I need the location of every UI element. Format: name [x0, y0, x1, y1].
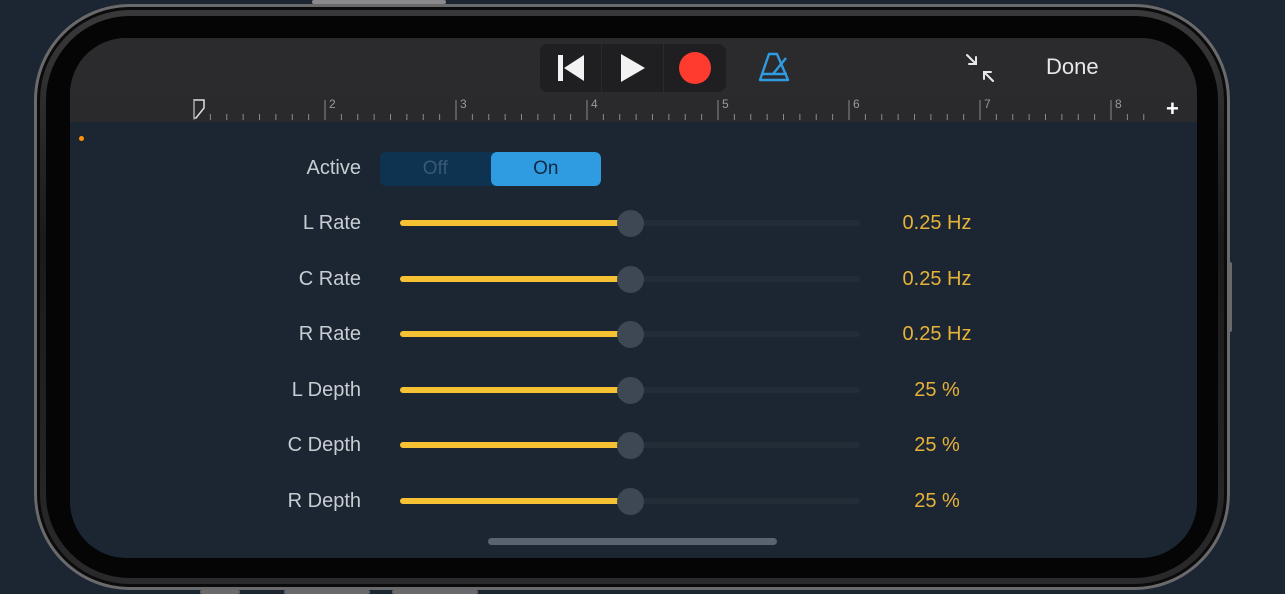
param-label: C Rate	[298, 267, 361, 290]
active-toggle[interactable]: Off On	[380, 152, 601, 186]
ruler-bar-number: 2	[329, 97, 336, 111]
play-button[interactable]	[602, 44, 664, 92]
slider-fill	[400, 275, 630, 282]
metronome-icon	[758, 52, 790, 82]
slider-fill	[400, 386, 630, 393]
ruler-bar-number: 4	[591, 97, 598, 111]
param-value: 25 %	[914, 489, 960, 512]
param-label: L Depth	[291, 378, 361, 401]
collapse-icon	[966, 54, 994, 82]
metronome-button[interactable]	[758, 50, 792, 84]
slider-thumb[interactable]	[617, 210, 644, 237]
param-value: 0.25 Hz	[902, 267, 972, 290]
play-icon	[620, 54, 645, 82]
app-screen: Done 2 3 4 5 6 7 8 + Active Off On L Rate 0.25 …	[70, 38, 1197, 558]
ruler-bar-number: 7	[984, 97, 991, 111]
ruler-bar-number: 8	[1115, 97, 1122, 111]
param-slider[interactable]	[400, 375, 860, 405]
ruler-bar-number: 6	[853, 97, 860, 111]
power-button	[1228, 262, 1232, 332]
active-label: Active	[306, 157, 361, 179]
param-slider[interactable]	[400, 208, 860, 238]
slider-thumb[interactable]	[617, 432, 644, 459]
add-section-button[interactable]: +	[1166, 96, 1179, 122]
slider-thumb[interactable]	[617, 487, 644, 515]
side-button	[284, 590, 370, 594]
param-value: 25 %	[914, 434, 960, 456]
volume-button	[312, 0, 446, 4]
param-slider[interactable]	[400, 264, 860, 294]
slider-thumb[interactable]	[617, 265, 644, 293]
ruler-ticks	[193, 99, 1145, 120]
go-to-beginning-icon	[557, 55, 584, 81]
param-label: C Depth	[287, 434, 361, 456]
param-value: 0.25 Hz	[902, 323, 972, 345]
slider-fill	[400, 442, 630, 448]
param-label: L Rate	[302, 212, 361, 234]
done-button[interactable]: Done	[1046, 54, 1099, 80]
ruler-start-marker[interactable]	[193, 99, 205, 119]
param-slider[interactable]	[400, 486, 860, 516]
slider-thumb[interactable]	[617, 321, 644, 348]
param-label: R Depth	[287, 489, 361, 512]
slider-fill	[400, 220, 630, 226]
active-off-option[interactable]: Off	[380, 152, 491, 186]
param-value: 25 %	[914, 378, 960, 401]
param-label: R Rate	[298, 323, 361, 345]
active-on-option[interactable]: On	[490, 152, 601, 186]
param-slider[interactable]	[400, 430, 860, 460]
slider-fill	[400, 497, 630, 504]
ruler-bar-number: 3	[460, 97, 467, 111]
record-button[interactable]	[664, 44, 726, 92]
param-value: 0.25 Hz	[902, 212, 972, 234]
side-button	[200, 590, 240, 594]
go-to-beginning-button[interactable]	[540, 44, 602, 92]
slider-thumb[interactable]	[617, 376, 644, 404]
param-slider[interactable]	[400, 319, 860, 349]
timeline-ruler[interactable]: 2 3 4 5 6 7 8 +	[70, 96, 1197, 122]
slider-fill	[400, 331, 630, 337]
collapse-button[interactable]	[964, 52, 996, 84]
ruler-bar-number: 5	[722, 97, 729, 111]
transport-controls	[540, 44, 726, 92]
home-indicator[interactable]	[488, 538, 777, 545]
side-button	[392, 590, 478, 594]
playhead-marker	[79, 136, 84, 141]
record-icon	[679, 52, 711, 84]
control-bar: Done	[70, 38, 1197, 98]
